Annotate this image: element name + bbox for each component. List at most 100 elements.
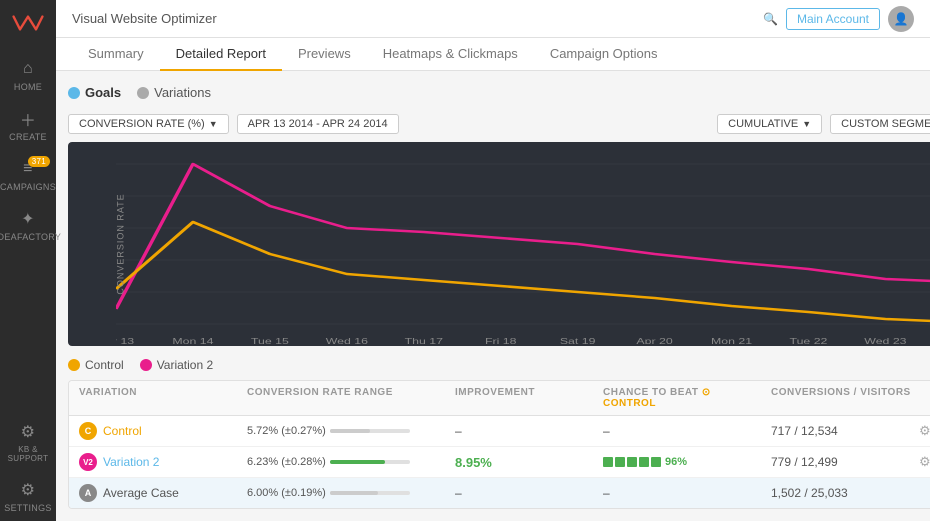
conversions-v2: 779 / 12,499	[771, 455, 911, 469]
variation-v2[interactable]: V2 Variation 2	[79, 453, 239, 471]
actions-v2[interactable]: ⚙ ▾	[919, 454, 930, 470]
table-row: V2 Variation 2 6.23% (±0.28%) 8.95%	[69, 447, 930, 478]
campaigns-badge: 371	[28, 156, 50, 167]
range-bar-v2	[330, 460, 410, 464]
svg-text:Sat 19: Sat 19	[560, 337, 596, 344]
topbar: Visual Website Optimizer 🔍 Main Account …	[56, 0, 930, 38]
gear-icon[interactable]: ⚙ ▾	[919, 454, 930, 469]
app-logo	[10, 8, 46, 38]
th-chance: CHANCE TO BEAT ⊙ CONTROL	[603, 387, 763, 409]
avg-badge: A	[79, 484, 97, 502]
main-account-button[interactable]: Main Account	[786, 8, 880, 30]
custom-segment-button[interactable]: CUSTOM SEGMENT ▼	[830, 114, 930, 134]
range-bar-fill	[330, 491, 378, 495]
sidebar-item-create[interactable]: ＋ CREATE	[0, 100, 56, 150]
chart-panel: Goals Variations CONVERSION RATE (%) ▼ A…	[68, 83, 930, 509]
sidebar-item-settings[interactable]: ⚙ SETTINGS	[0, 471, 56, 521]
chance-square	[603, 457, 613, 467]
sidebar-item-home[interactable]: ⌂ HOME	[0, 50, 56, 100]
cumulative-button[interactable]: CUMULATIVE ▼	[717, 114, 822, 134]
table-row: C Control 5.72% (±0.27%) – – 717 / 12,53…	[69, 416, 930, 447]
conversions-avg: 1,502 / 25,033	[771, 486, 911, 500]
tab-summary[interactable]: Summary	[72, 38, 160, 71]
svg-text:Mon 21: Mon 21	[711, 337, 752, 344]
avatar[interactable]: 👤	[888, 6, 914, 32]
sidebar-item-campaigns[interactable]: ≡ CAMPAIGNS 371	[0, 150, 56, 200]
nav-tabs: Summary Detailed Report Previews Heatmap…	[56, 38, 930, 71]
control-legend-dot	[68, 359, 80, 371]
chance-square	[639, 457, 649, 467]
chance-control: –	[603, 424, 763, 438]
improvement-avg: –	[455, 486, 595, 500]
chart-container: CONVERSION RATE 8.0% 7.5% 7.0% 6.5% 6.0%…	[68, 142, 930, 346]
variation2-legend-dot	[140, 359, 152, 371]
app-brand: Visual Website Optimizer	[72, 11, 217, 26]
range-bar-fill	[330, 429, 370, 433]
sidebar-item-ideafactory[interactable]: ✦ IDEAFACTORY	[0, 200, 56, 250]
table-row: A Average Case 6.00% (±0.19%) – – 1,502 …	[69, 478, 930, 508]
v2-badge: V2	[79, 453, 97, 471]
table-header: VARIATION CONVERSION RATE RANGE IMPROVEM…	[69, 381, 930, 416]
chance-square	[615, 457, 625, 467]
main-content: Visual Website Optimizer 🔍 Main Account …	[56, 0, 930, 521]
chance-avg: –	[603, 486, 763, 500]
chevron-down-icon: ▼	[802, 119, 811, 129]
search-icon[interactable]: 🔍	[763, 12, 778, 26]
cr-range-v2: 6.23% (±0.28%)	[247, 456, 447, 468]
variation-avg: A Average Case	[79, 484, 239, 502]
tab-detailed-report[interactable]: Detailed Report	[160, 38, 282, 71]
svg-text:Apr 13: Apr 13	[116, 337, 134, 344]
goals-dot	[68, 87, 80, 99]
svg-text:Mon 14: Mon 14	[172, 337, 213, 344]
th-conversions: CONVERSIONS / VISITORS	[771, 387, 911, 409]
home-icon: ⌂	[17, 58, 39, 80]
svg-text:Thu 17: Thu 17	[405, 337, 443, 344]
control-badge: C	[79, 422, 97, 440]
improvement-control: –	[455, 424, 595, 438]
conversions-control: 717 / 12,534	[771, 424, 911, 438]
th-variation: VARIATION	[79, 387, 239, 409]
variation-control[interactable]: C Control	[79, 422, 239, 440]
range-bar-fill	[330, 460, 385, 464]
svg-text:Fri 18: Fri 18	[485, 337, 517, 344]
sub-tabs: Goals Variations	[68, 83, 930, 102]
cr-range-avg: 6.00% (±0.19%)	[247, 487, 447, 499]
chance-bar-v2: 96%	[603, 456, 763, 468]
gear-icon[interactable]: ⚙ ▾	[919, 423, 930, 438]
date-range-button[interactable]: APR 13 2014 - APR 24 2014	[237, 114, 399, 134]
legend-variation2: Variation 2	[140, 358, 213, 372]
th-cr-range: CONVERSION RATE RANGE	[247, 387, 447, 409]
ideafactory-icon: ✦	[17, 208, 39, 230]
chance-square	[651, 457, 661, 467]
chance-v2: 96%	[603, 456, 763, 468]
y-axis-label: CONVERSION RATE	[116, 193, 126, 294]
cr-range-control: 5.72% (±0.27%)	[247, 425, 447, 437]
content-area: Goals Variations CONVERSION RATE (%) ▼ A…	[56, 71, 930, 521]
improvement-v2: 8.95%	[455, 455, 595, 470]
tab-heatmaps-clickmaps[interactable]: Heatmaps & Clickmaps	[367, 38, 534, 71]
chart-legend: Control Variation 2	[68, 358, 930, 372]
svg-text:Wed 16: Wed 16	[326, 337, 368, 344]
th-improvement: IMPROVEMENT	[455, 387, 595, 409]
chance-square	[627, 457, 637, 467]
th-actions	[919, 387, 930, 409]
sub-tab-goals[interactable]: Goals	[68, 83, 121, 102]
svg-text:Wed 23: Wed 23	[864, 337, 906, 344]
range-bar-control	[330, 429, 410, 433]
topbar-right: 🔍 Main Account 👤	[763, 6, 914, 32]
sub-tab-variations[interactable]: Variations	[137, 83, 211, 102]
svg-text:Tue 22: Tue 22	[790, 337, 828, 344]
tab-campaign-options[interactable]: Campaign Options	[534, 38, 674, 71]
create-icon: ＋	[17, 108, 39, 130]
tab-previews[interactable]: Previews	[282, 38, 367, 71]
conversion-rate-button[interactable]: CONVERSION RATE (%) ▼	[68, 114, 229, 134]
svg-text:Apr 20: Apr 20	[636, 337, 672, 344]
chevron-down-icon: ▼	[209, 119, 218, 129]
sidebar-item-kb-support[interactable]: ⚙ KB & SUPPORT	[0, 413, 56, 471]
range-bar-avg	[330, 491, 410, 495]
legend-control: Control	[68, 358, 124, 372]
topbar-left: Visual Website Optimizer	[72, 11, 225, 26]
results-table: VARIATION CONVERSION RATE RANGE IMPROVEM…	[68, 380, 930, 509]
actions-control[interactable]: ⚙ ▾	[919, 423, 930, 439]
chart-controls: CONVERSION RATE (%) ▼ APR 13 2014 - APR …	[68, 114, 930, 134]
